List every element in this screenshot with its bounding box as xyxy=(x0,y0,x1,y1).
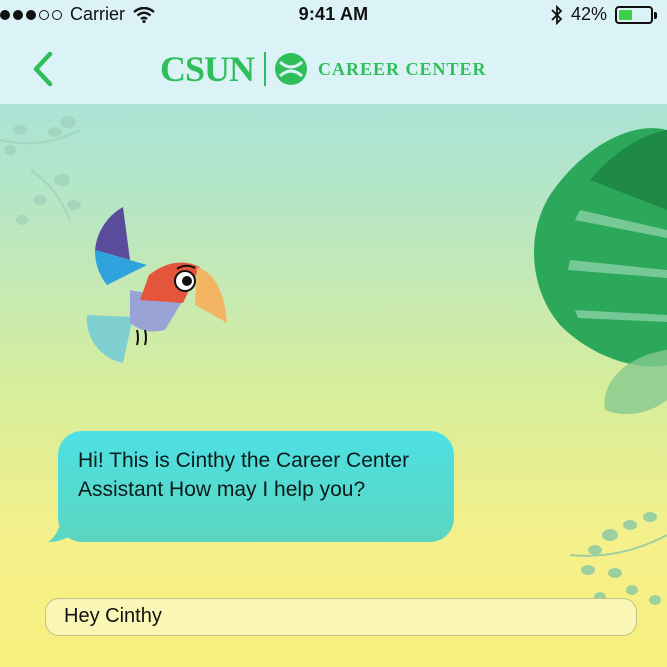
bot-message-text: Hi! This is Cinthy the Career Center Ass… xyxy=(78,449,410,501)
foliage-top-left xyxy=(0,116,81,225)
battery-fill xyxy=(619,9,632,20)
battery-icon xyxy=(615,5,657,24)
chat-screen: Carrier 9:41 AM 42% CSUN CAREER CENTER H… xyxy=(0,0,667,667)
logo-divider xyxy=(264,52,267,86)
message-input-value[interactable]: Hey Cinthy xyxy=(64,605,162,628)
battery-percent: 42% xyxy=(570,4,607,24)
toucan-mascot-icon xyxy=(86,207,227,363)
monstera-leaf xyxy=(533,128,667,415)
app-header: Carrier 9:41 AM 42% CSUN CAREER CENTER xyxy=(0,0,667,104)
career-center-emblem-icon xyxy=(275,53,308,85)
status-bar: Carrier 9:41 AM 42% xyxy=(0,0,667,30)
csun-wordmark: CSUN xyxy=(160,49,255,89)
bluetooth-icon xyxy=(551,4,563,25)
career-center-label: CAREER CENTER xyxy=(318,58,487,79)
csun-career-center-logo: CSUN CAREER CENTER xyxy=(160,49,487,89)
back-button[interactable] xyxy=(28,50,58,88)
